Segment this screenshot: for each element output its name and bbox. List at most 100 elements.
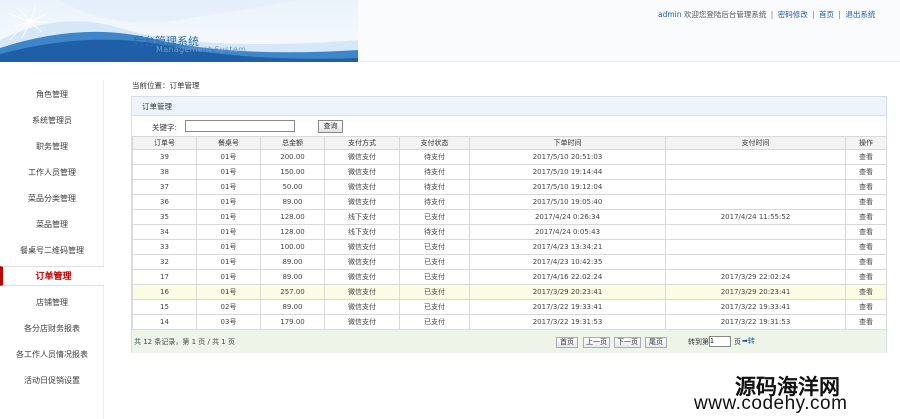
first-page-button[interactable]: 首页 bbox=[556, 337, 578, 348]
column-header: 下单时间 bbox=[469, 136, 666, 150]
table-row: 36 01号 89.00 微信支付 待支付 2017/5/10 19:05:40 查看 bbox=[132, 194, 887, 210]
order-time-cell: 2017/3/22 19:31:53 bbox=[469, 314, 666, 330]
divider: | bbox=[838, 10, 841, 19]
sidebar-item-dishes[interactable]: 菜品管理 bbox=[0, 215, 104, 235]
sidebar-item-branch-finance-reports[interactable]: 各分店财务报表 bbox=[0, 319, 104, 339]
paid-time-cell: 2017/3/22 19:31:53 bbox=[665, 314, 846, 330]
table-row: 32 01号 89.00 微信支付 已支付 2017/4/23 10:42:35 查看 bbox=[132, 254, 887, 270]
sidebar-item-dish-categories[interactable]: 菜品分类管理 bbox=[0, 189, 104, 209]
payment-method-cell: 微信支付 bbox=[324, 194, 400, 210]
divider: | bbox=[812, 10, 815, 19]
view-link[interactable]: 查看 bbox=[845, 179, 887, 195]
column-header: 订单号 bbox=[132, 136, 197, 150]
paid-time-cell bbox=[665, 164, 846, 180]
sidebar-item-roles[interactable]: 角色管理 bbox=[0, 85, 104, 105]
prev-page-button[interactable]: 上一页 bbox=[583, 337, 610, 348]
column-header: 总金额 bbox=[260, 136, 325, 150]
sidebar-item-promotions[interactable]: 活动日促销设置 bbox=[0, 371, 104, 391]
sidebar-item-staff-reports[interactable]: 各工作人员情况报表 bbox=[0, 345, 104, 365]
payment-status-cell: 待支付 bbox=[399, 149, 470, 165]
orders-table: 订单号 餐桌号 总金额 支付方式 支付状态 下单时间 支付时间 操作 39 01号… bbox=[132, 136, 887, 330]
system-subtitle: Management System bbox=[156, 45, 247, 54]
amount-cell: 128.00 bbox=[260, 209, 325, 225]
goto-unit: 页 bbox=[734, 338, 741, 346]
table-no-cell: 01号 bbox=[196, 209, 261, 225]
order-id-cell: 34 bbox=[132, 224, 197, 240]
column-header: 餐桌号 bbox=[196, 136, 261, 150]
order-time-cell: 2017/3/22 19:33:41 bbox=[469, 299, 666, 315]
logout-link[interactable]: 退出系统 bbox=[845, 10, 875, 19]
header: 后台管理系统 Management System admin 欢迎您登陆后台管理… bbox=[0, 0, 900, 62]
payment-status-cell: 待支付 bbox=[399, 179, 470, 195]
payment-status-cell: 已支付 bbox=[399, 254, 470, 270]
order-id-cell: 17 bbox=[132, 269, 197, 285]
view-link[interactable]: 查看 bbox=[845, 224, 887, 240]
paid-time-cell bbox=[665, 254, 846, 270]
view-link[interactable]: 查看 bbox=[845, 194, 887, 210]
search-input[interactable] bbox=[185, 120, 295, 132]
order-id-cell: 36 bbox=[132, 194, 197, 210]
table-no-cell: 01号 bbox=[196, 149, 261, 165]
last-page-button[interactable]: 尾页 bbox=[645, 337, 667, 348]
order-id-cell: 15 bbox=[132, 299, 197, 315]
view-link[interactable]: 查看 bbox=[845, 149, 887, 165]
payment-status-cell: 待支付 bbox=[399, 194, 470, 210]
table-row: 34 01号 128.00 线下支付 待支付 2017/4/24 0:05:43 查看 bbox=[132, 224, 887, 240]
search-button[interactable]: 查询 bbox=[318, 120, 343, 133]
table-no-cell: 01号 bbox=[196, 164, 261, 180]
amount-cell: 89.00 bbox=[260, 194, 325, 210]
amount-cell: 128.00 bbox=[260, 224, 325, 240]
amount-cell: 89.00 bbox=[260, 299, 325, 315]
view-link[interactable]: 查看 bbox=[845, 314, 887, 330]
table-no-cell: 01号 bbox=[196, 284, 261, 300]
home-link[interactable]: 首页 bbox=[819, 10, 834, 19]
amount-cell: 150.00 bbox=[260, 164, 325, 180]
view-link[interactable]: 查看 bbox=[845, 269, 887, 285]
order-time-cell: 2017/5/10 20:51:03 bbox=[469, 149, 666, 165]
divider: | bbox=[770, 10, 774, 19]
amount-cell: 257.00 bbox=[260, 284, 325, 300]
table-row: 38 01号 150.00 微信支付 待支付 2017/5/10 19:14:44 查看 bbox=[132, 164, 887, 180]
sidebar-item-admins[interactable]: 系统管理员 bbox=[0, 111, 104, 131]
table-no-cell: 01号 bbox=[196, 179, 261, 195]
view-link[interactable]: 查看 bbox=[845, 299, 887, 315]
order-time-cell: 2017/3/29 20:23:41 bbox=[469, 284, 666, 300]
goto-page-input[interactable] bbox=[709, 336, 731, 347]
sidebar-item-positions[interactable]: 职务管理 bbox=[0, 137, 104, 157]
column-header: 支付状态 bbox=[399, 136, 470, 150]
paid-time-cell: 2017/4/24 11:55:52 bbox=[665, 209, 846, 225]
page-info: 共 12 条记录，第 1 页 / 共 1 页 bbox=[134, 338, 235, 346]
sidebar-item-stores[interactable]: 店铺管理 bbox=[0, 293, 104, 313]
header-logo-area: 后台管理系统 Management System bbox=[0, 0, 358, 62]
table-no-cell: 02号 bbox=[196, 299, 261, 315]
next-page-button[interactable]: 下一页 bbox=[614, 337, 641, 348]
view-link[interactable]: 查看 bbox=[845, 164, 887, 180]
view-link[interactable]: 查看 bbox=[845, 284, 887, 300]
table-no-cell: 01号 bbox=[196, 194, 261, 210]
view-link[interactable]: 查看 bbox=[845, 254, 887, 270]
view-link[interactable]: 查看 bbox=[845, 239, 887, 255]
amount-cell: 89.00 bbox=[260, 254, 325, 270]
amount-cell: 50.00 bbox=[260, 179, 325, 195]
payment-method-cell: 微信支付 bbox=[324, 314, 400, 330]
order-id-cell: 35 bbox=[132, 209, 197, 225]
order-id-cell: 39 bbox=[132, 149, 197, 165]
order-time-cell: 2017/4/16 22:02:24 bbox=[469, 269, 666, 285]
change-password-link[interactable]: 密码修改 bbox=[778, 10, 808, 19]
payment-status-cell: 已支付 bbox=[399, 209, 470, 225]
payment-method-cell: 微信支付 bbox=[324, 239, 400, 255]
view-link[interactable]: 查看 bbox=[845, 209, 887, 225]
sidebar-item-table-qrcodes[interactable]: 餐桌号二维码管理 bbox=[0, 241, 104, 261]
goto-button[interactable]: ➡转 bbox=[742, 336, 755, 346]
watermark-url: www.codehy.com bbox=[694, 393, 848, 414]
sidebar-item-orders[interactable]: 订单管理 bbox=[0, 266, 104, 286]
order-id-cell: 16 bbox=[132, 284, 197, 300]
table-no-cell: 03号 bbox=[196, 314, 261, 330]
payment-method-cell: 微信支付 bbox=[324, 179, 400, 195]
paid-time-cell bbox=[665, 194, 846, 210]
welcome-text: 欢迎您登陆后台管理系统 bbox=[683, 10, 767, 19]
sidebar-item-staff[interactable]: 工作人员管理 bbox=[0, 163, 104, 183]
table-row: 33 01号 100.00 微信支付 已支付 2017/4/23 13:34:21 查看 bbox=[132, 239, 887, 255]
payment-status-cell: 已支付 bbox=[399, 239, 470, 255]
orders-table-body: 39 01号 200.00 微信支付 待支付 2017/5/10 20:51:03 查看 38… bbox=[132, 149, 887, 330]
